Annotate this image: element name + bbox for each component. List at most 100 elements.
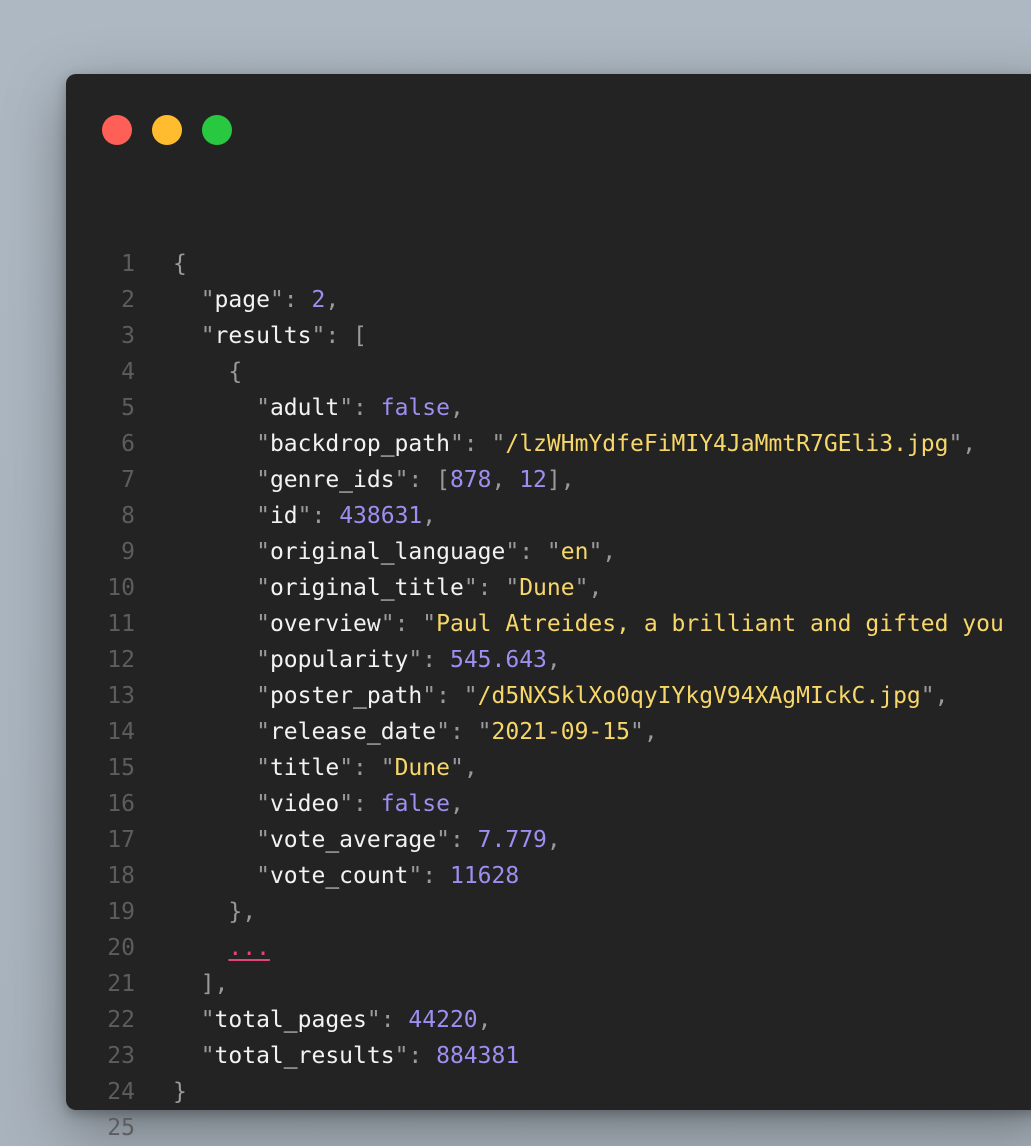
code-token: Paul Atreides, a brilliant and gifted yo… (436, 611, 1004, 637)
code-token: ": [ (394, 467, 450, 493)
code-token: backdrop_path (269, 431, 450, 457)
code-token: ": (269, 287, 312, 313)
code-token: ": [ (311, 323, 367, 349)
code-token: ": " (339, 755, 395, 781)
code-token: page (214, 287, 270, 313)
code-text: { (173, 354, 242, 390)
code-token: , (449, 791, 464, 817)
code-text: "genre_ids": [878, 12], (173, 462, 575, 498)
code-text: ... (173, 930, 270, 966)
code-token: ", (920, 683, 949, 709)
code-token: " (173, 467, 270, 493)
code-line: 1{ (66, 246, 1031, 282)
code-line: 23 "total_results": 884381 (66, 1038, 1031, 1074)
code-token: vote_average (269, 827, 437, 853)
code-token: total_pages (214, 1007, 367, 1033)
code-line: 15 "title": "Dune", (66, 750, 1031, 786)
line-number: 10 (107, 575, 135, 601)
code-text: "title": "Dune", (173, 750, 478, 786)
code-token: adult (269, 395, 340, 421)
code-token: release_date (269, 719, 437, 745)
code-token: ", (588, 539, 617, 565)
line-number: 21 (107, 971, 135, 997)
code-token: ": (366, 1007, 409, 1033)
code-token: " (173, 863, 270, 889)
code-token: video (269, 791, 340, 817)
code-window: 1{2 "page": 2, 3 "results": [4 {5 "adult"… (66, 74, 1031, 1141)
code-line: 3 "results": [ (66, 318, 1031, 354)
code-token: " (173, 827, 270, 853)
code-token: " (173, 611, 270, 637)
code-token: /d5NXSklXo0qyIYkgV94XAgMIckC.jpg (477, 683, 921, 709)
code-token: , (422, 503, 437, 529)
line-number: 6 (121, 431, 135, 457)
line-number: 8 (121, 503, 135, 529)
code-line: 19 }, (66, 894, 1031, 930)
code-text: "poster_path": "/d5NXSklXo0qyIYkgV94XAgM… (173, 678, 948, 714)
code-token: results (214, 323, 312, 349)
code-token: false (380, 395, 450, 421)
code-line: 21 ], (66, 966, 1031, 1002)
line-number: 25 (107, 1115, 135, 1141)
code-text: } (173, 1074, 187, 1110)
code-text: "release_date": "2021-09-15", (173, 714, 658, 750)
code-token: " (173, 683, 270, 709)
code-text: "original_title": "Dune", (173, 570, 602, 606)
line-number: 2 (121, 287, 135, 313)
code-token: ": (408, 647, 450, 673)
code-token: " (173, 395, 270, 421)
code-token: false (380, 791, 450, 817)
code-token: Dune (394, 755, 450, 781)
code-token: original_language (269, 539, 506, 565)
line-number: 9 (121, 539, 135, 565)
code-text: "popularity": 545.643, (173, 642, 561, 678)
code-token: ", (629, 719, 658, 745)
code-token: , (449, 395, 464, 421)
code-line: 20 ... (66, 930, 1031, 966)
code-line: 14 "release_date": "2021-09-15", (66, 714, 1031, 750)
code-token: " (173, 647, 270, 673)
code-token: overview (269, 611, 381, 637)
code-token: ": " (422, 683, 478, 709)
line-number: 12 (107, 647, 135, 673)
zoom-button[interactable] (202, 115, 232, 145)
code-line: 6 "backdrop_path": "/lzWHmYdfeFiMIY4JaMm… (66, 426, 1031, 462)
code-token: original_title (269, 575, 464, 601)
code-text: "total_pages": 44220, (173, 1002, 492, 1038)
code-line: 13 "poster_path": "/d5NXSklXo0qyIYkgV94X… (66, 678, 1031, 714)
close-button[interactable] (102, 115, 132, 145)
code-token: { (173, 251, 187, 277)
line-number: 11 (107, 611, 135, 637)
code-line: 10 "original_title": "Dune", (66, 570, 1031, 606)
code-token: , (477, 1007, 492, 1033)
code-line: 11 "overview": "Paul Atreides, a brillia… (66, 606, 1031, 642)
code-token: ": (339, 791, 381, 817)
code-token: vote_count (269, 863, 409, 889)
code-line: 17 "vote_average": 7.779, (66, 822, 1031, 858)
code-token: ", (948, 431, 977, 457)
code-token: ": (408, 863, 450, 889)
code-token: " (173, 287, 215, 313)
code-text: "total_results": 884381 (173, 1038, 520, 1074)
code-token: genre_ids (269, 467, 395, 493)
code-token: ": (436, 827, 478, 853)
code-text: "backdrop_path": "/lzWHmYdfeFiMIY4JaMmtR… (173, 426, 976, 462)
code-token: , (546, 827, 561, 853)
code-token: ": " (449, 431, 506, 457)
code-text: "vote_count": 11628 (173, 858, 519, 894)
line-number: 17 (107, 827, 135, 853)
line-number: 5 (121, 395, 135, 421)
code-token: }, (173, 899, 257, 925)
code-text: "results": [ (173, 318, 367, 354)
line-number: 13 (107, 683, 135, 709)
line-number: 1 (121, 251, 135, 277)
code-token: title (269, 755, 340, 781)
line-number: 7 (121, 467, 135, 493)
line-number: 16 (107, 791, 135, 817)
minimize-button[interactable] (152, 115, 182, 145)
code-text: ], (173, 966, 229, 1002)
code-token: 545.643 (449, 647, 547, 673)
code-token: { (173, 359, 243, 385)
code-token: , (325, 287, 340, 313)
code-token: 2021-09-15 (491, 719, 630, 745)
